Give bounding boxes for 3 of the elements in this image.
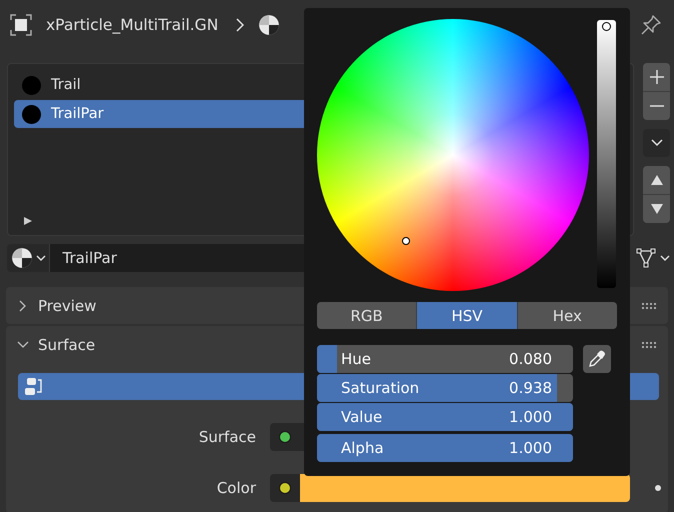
property-label: Surface [198,428,257,446]
breadcrumb-title: xParticle_MultiTrail.GN [46,16,218,34]
property-label: Color [216,479,257,497]
